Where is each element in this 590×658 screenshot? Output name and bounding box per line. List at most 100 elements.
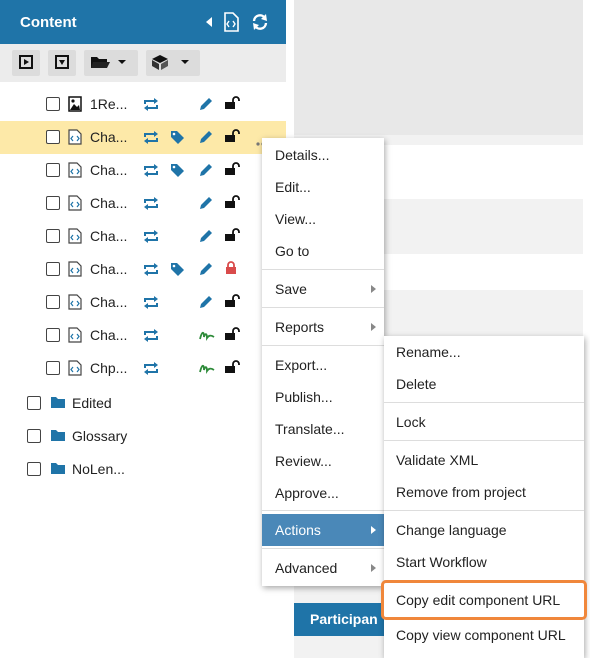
folder-row[interactable]: Edited [0,387,286,420]
row-checkbox[interactable] [27,462,41,476]
row-label: Cha... [90,228,128,244]
tree-row[interactable]: Cha... [0,220,286,253]
menu-item-label: Go to [275,243,310,259]
row-checkbox[interactable] [46,163,60,177]
pencil-icon[interactable] [199,262,213,279]
tag-icon[interactable] [170,163,186,180]
refresh-icon[interactable] [251,12,269,37]
pencil-icon[interactable] [199,130,213,147]
folder-label: Glossary [72,428,128,444]
xml-file-icon [68,327,82,343]
repeat-icon[interactable] [143,164,159,180]
menu-item-save[interactable]: Save [262,273,384,305]
folder-row[interactable]: NoLen... [0,453,286,486]
repeat-icon[interactable] [143,98,159,114]
row-checkbox[interactable] [46,361,60,375]
menu-item-view[interactable]: View... [262,203,384,235]
submenu-item-label: Rename... [396,344,461,360]
unlock-icon[interactable] [224,327,240,344]
pencil-icon[interactable] [199,196,213,213]
tree-row[interactable]: Cha... [0,121,286,154]
menu-item-publish[interactable]: Publish... [262,381,384,413]
lock-icon[interactable] [224,261,238,278]
unlock-icon[interactable] [224,195,240,212]
row-label: Cha... [90,195,128,211]
panel-header: Content [0,0,286,44]
folder-label: Edited [72,395,112,411]
menu-item-go-to[interactable]: Go to [262,235,384,267]
row-checkbox[interactable] [46,196,60,210]
unlock-icon[interactable] [224,228,240,245]
menu-item-approve[interactable]: Approve... [262,477,384,509]
pencil-icon[interactable] [199,97,213,114]
signature-icon[interactable] [199,361,215,377]
submenu-item-rename[interactable]: Rename... [384,336,584,368]
collapse-left-icon[interactable] [205,12,213,37]
menu-item-label: Edit... [275,179,311,195]
menu-item-advanced[interactable]: Advanced [262,552,384,584]
menu-item-export[interactable]: Export... [262,349,384,381]
row-label: Cha... [90,129,128,145]
submenu-item-label: Delete [396,376,437,392]
xml-file-icon[interactable] [223,12,239,37]
menu-item-label: View... [275,211,316,227]
collapse-button[interactable] [48,50,76,76]
submenu-item-start-workflow[interactable]: Start Workflow [384,546,584,578]
menu-item-review[interactable]: Review... [262,445,384,477]
unlock-icon[interactable] [224,162,240,179]
tree-row[interactable]: 1Re... [0,88,286,121]
tag-icon[interactable] [170,130,186,147]
submenu-item-remove-from-project[interactable]: Remove from project [384,476,584,508]
row-checkbox[interactable] [46,97,60,111]
expand-button[interactable] [12,50,40,76]
row-checkbox[interactable] [27,396,41,410]
repeat-icon[interactable] [143,197,159,213]
tree-row[interactable]: Cha... [0,253,286,286]
row-checkbox[interactable] [46,262,60,276]
menu-item-translate[interactable]: Translate... [262,413,384,445]
menu-item-reports[interactable]: Reports [262,311,384,343]
tree-row[interactable]: Cha... [0,286,286,319]
tree-row[interactable]: Chp... [0,352,286,385]
submenu-item-label: Validate XML [396,452,479,468]
row-checkbox[interactable] [46,229,60,243]
row-checkbox[interactable] [46,295,60,309]
repeat-icon[interactable] [143,131,159,147]
menu-item-label: Details... [275,147,330,163]
pencil-icon[interactable] [199,295,213,312]
row-checkbox[interactable] [27,429,41,443]
repeat-icon[interactable] [143,230,159,246]
unlock-icon[interactable] [224,294,240,311]
unlock-icon[interactable] [224,360,240,377]
submenu-item-delete[interactable]: Delete [384,368,584,400]
tree-row[interactable]: Cha... [0,154,286,187]
folder-menu-button[interactable] [84,50,138,76]
menu-item-edit[interactable]: Edit... [262,171,384,203]
participants-tab[interactable]: Participan [294,603,384,636]
row-checkbox[interactable] [46,328,60,342]
submenu-item-lock[interactable]: Lock [384,406,584,438]
pencil-icon[interactable] [199,163,213,180]
row-checkbox[interactable] [46,130,60,144]
menu-item-actions[interactable]: Actions [262,514,384,546]
submenu-item-copy-view-url[interactable]: Copy view component URL [384,619,584,651]
submenu-item-validate-xml[interactable]: Validate XML [384,444,584,476]
menu-divider [262,345,384,346]
menu-item-details[interactable]: Details... [262,139,384,171]
repeat-icon[interactable] [143,329,159,345]
submenu-item-label: Change language [396,522,507,538]
content-band [384,145,584,199]
submenu-item-change-language[interactable]: Change language [384,514,584,546]
tree-row[interactable]: Cha... [0,187,286,220]
signature-icon[interactable] [199,328,215,344]
unlock-icon[interactable] [224,129,240,146]
repeat-icon[interactable] [143,263,159,279]
folder-row[interactable]: Glossary [0,420,286,453]
tree-row[interactable]: Cha... [0,319,286,352]
pencil-icon[interactable] [199,229,213,246]
repeat-icon[interactable] [143,362,159,378]
repeat-icon[interactable] [143,296,159,312]
unlock-icon[interactable] [224,96,240,113]
tag-icon[interactable] [170,262,186,279]
package-menu-button[interactable] [146,50,200,76]
